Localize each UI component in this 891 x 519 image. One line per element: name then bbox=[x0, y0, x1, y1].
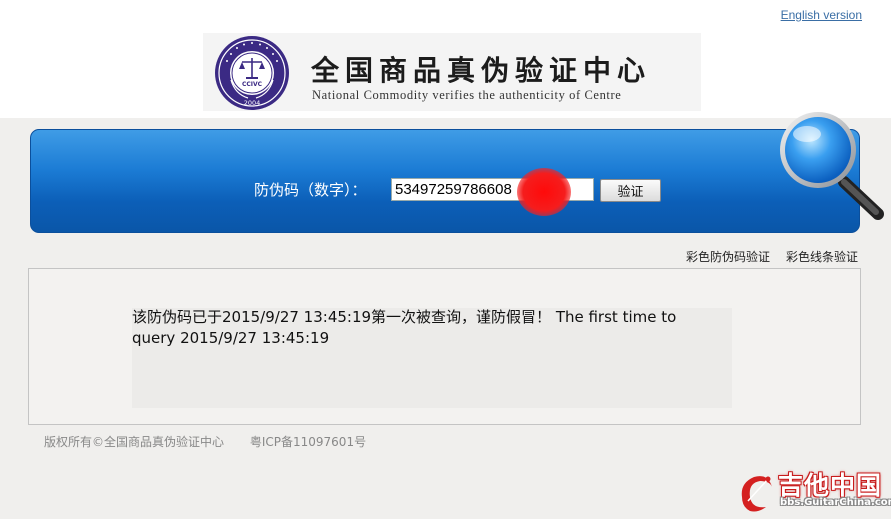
color-code-verify-link[interactable]: 彩色防伪码验证 bbox=[686, 248, 770, 265]
magnifier-icon bbox=[780, 112, 884, 220]
site-title-en: National Commodity verifies the authenti… bbox=[312, 88, 622, 102]
emblem-year: 2004 bbox=[244, 99, 261, 107]
sublinks-bar: 彩色防伪码验证 彩色线条验证 bbox=[0, 248, 891, 266]
result-message: 该防伪码已于2015/9/27 13:45:19第一次被查询，谨防假冒！ The… bbox=[132, 308, 677, 347]
code-label: 防伪码（数字）： bbox=[254, 181, 367, 199]
footer-icp: 粤ICP备11097601号 bbox=[249, 435, 367, 449]
color-line-verify-link[interactable]: 彩色线条验证 bbox=[786, 248, 858, 265]
site-logo-banner: CCIVC 2004 全国商品真伪验证中心 National Commodity… bbox=[203, 33, 701, 111]
redaction-mark bbox=[517, 168, 571, 216]
top-header: English version CCIVC 2004 全国商品真伪验证中心 Na… bbox=[0, 0, 891, 118]
footer-copyright: 版权所有©全国商品真伪验证中心 bbox=[44, 435, 225, 449]
ccivc-emblem-icon: CCIVC 2004 bbox=[215, 36, 289, 110]
emblem-abbreviation: CCIVC bbox=[242, 81, 263, 88]
english-version-link[interactable]: English version bbox=[781, 8, 862, 22]
verify-button[interactable]: 验证 bbox=[600, 179, 661, 202]
footer: 版权所有©全国商品真伪验证中心 粤ICP备11097601号 bbox=[44, 433, 388, 450]
site-title-cn: 全国商品真伪验证中心 bbox=[311, 54, 652, 87]
watermark-url: bbs.GuitarChina.com bbox=[780, 497, 891, 508]
